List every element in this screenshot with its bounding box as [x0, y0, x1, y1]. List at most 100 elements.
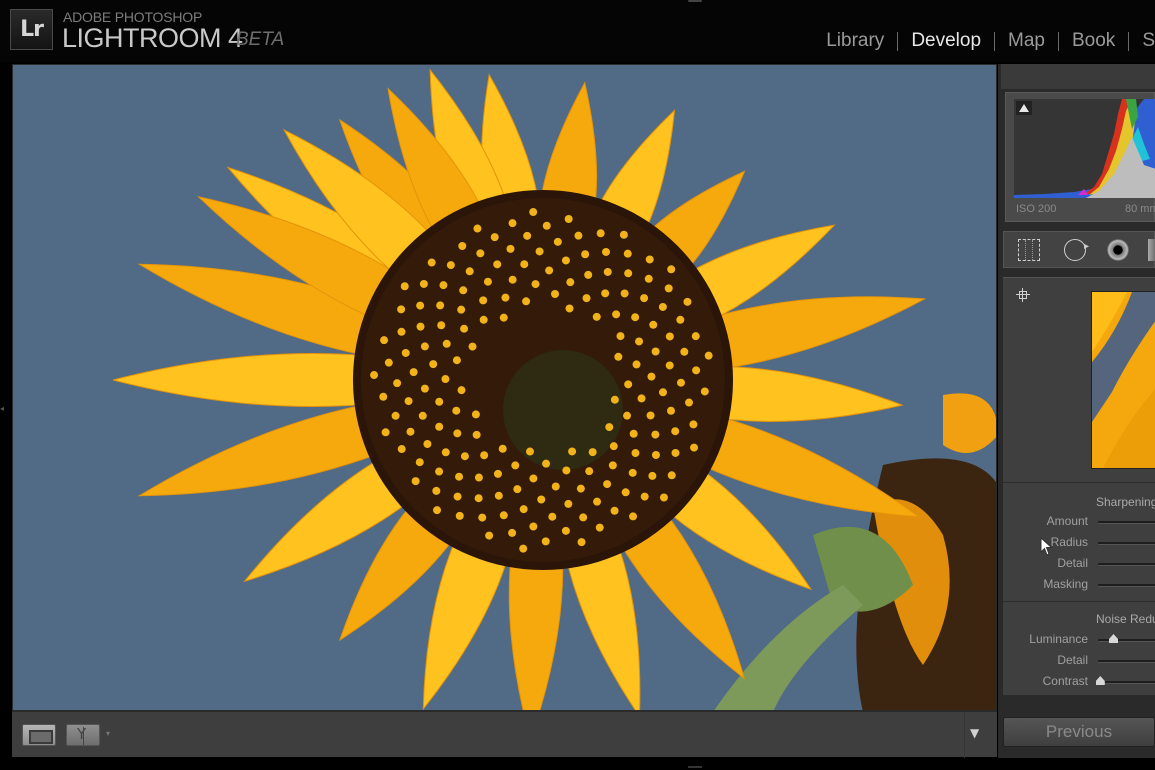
floret [397, 327, 406, 336]
floret [629, 429, 638, 438]
floret [579, 513, 588, 522]
floret [644, 274, 653, 283]
detail-zoom-preview[interactable] [1091, 291, 1155, 469]
floret [529, 522, 538, 531]
floret [624, 269, 633, 278]
target-adjust-icon[interactable] [1016, 288, 1030, 302]
slider-track[interactable] [1098, 660, 1155, 663]
floret [460, 324, 469, 333]
loupe-view-icon[interactable] [22, 724, 56, 746]
module-book[interactable]: Book [1059, 30, 1128, 52]
module-develop[interactable]: Develop [898, 30, 994, 52]
floret [432, 486, 441, 495]
floret [437, 321, 446, 330]
floret [522, 297, 531, 306]
slider-track[interactable] [1098, 563, 1155, 566]
sunflower-photo [13, 65, 996, 710]
left-panel-expand-icon[interactable]: ◂ [0, 404, 6, 414]
floret [519, 544, 528, 553]
floret [565, 304, 574, 313]
floret [700, 387, 709, 396]
floret [562, 466, 571, 475]
floret [485, 531, 494, 540]
floret [637, 394, 646, 403]
floret [553, 237, 562, 246]
floret [640, 492, 649, 501]
previous-button[interactable]: Previous [1003, 717, 1155, 747]
floret [472, 430, 481, 439]
floret [551, 482, 560, 491]
before-after-icon[interactable]: Y [66, 724, 100, 746]
graduated-filter-icon[interactable] [1148, 239, 1155, 261]
floret [588, 448, 597, 457]
bottom-panel-grip[interactable] [688, 766, 702, 768]
floret [455, 511, 464, 520]
floret [614, 352, 623, 361]
red-eye-correction-icon[interactable] [1107, 239, 1129, 261]
floret [420, 342, 429, 351]
floret [416, 322, 425, 331]
floret [691, 332, 700, 341]
floret [593, 497, 602, 506]
floret [494, 491, 503, 500]
module-slideshow[interactable]: S [1129, 30, 1155, 52]
sharpening-radius-slider: Radius [1003, 535, 1155, 551]
floret [479, 315, 488, 324]
floret [542, 459, 551, 468]
slider-thumb[interactable] [1095, 676, 1105, 685]
floret [566, 278, 575, 287]
floret [401, 348, 410, 357]
sharpening-amount-slider: Amount [1003, 514, 1155, 530]
floret [659, 493, 668, 502]
sharpening-title: Sharpening [1096, 495, 1155, 509]
slider-label: Detail [1057, 653, 1088, 667]
floret [608, 461, 617, 470]
floret [601, 289, 610, 298]
floret [640, 294, 649, 303]
floret [649, 320, 658, 329]
floret [384, 358, 393, 367]
slider-track[interactable] [1095, 676, 1155, 685]
module-map[interactable]: Map [995, 30, 1058, 52]
slider-label: Luminance [1029, 632, 1088, 646]
brand-beta-tag: BETA [236, 29, 285, 50]
slider-track[interactable] [1098, 542, 1155, 545]
floret [658, 388, 667, 397]
slider-thumb[interactable] [1109, 634, 1118, 643]
histogram-plot[interactable] [1014, 99, 1155, 198]
floret [616, 332, 625, 341]
slider-track[interactable] [1098, 584, 1155, 587]
detail-panel: Sharpening Amount Radius Detail Masking … [1003, 277, 1155, 695]
top-panel-grip[interactable] [688, 0, 702, 2]
exif-focal-length: 80 mm [1125, 203, 1155, 215]
toolbar-content-dropdown-icon[interactable]: ▼ [970, 726, 979, 740]
section-divider [1003, 482, 1155, 483]
view-options-dropdown-icon[interactable]: ▾ [106, 729, 110, 738]
floret [453, 429, 462, 438]
floret [511, 461, 520, 470]
floret [415, 458, 424, 467]
floret [683, 297, 692, 306]
right-panel-header [1001, 64, 1155, 89]
module-library[interactable]: Library [813, 30, 897, 52]
crop-overlay-icon[interactable] [1018, 239, 1040, 261]
target-crosshair [1022, 288, 1023, 302]
floret [480, 451, 489, 460]
floret [596, 229, 605, 238]
slider-track[interactable] [1098, 634, 1155, 643]
floret [529, 208, 538, 217]
floret [397, 445, 406, 454]
floret [628, 468, 637, 477]
floret [520, 260, 529, 269]
photo-canvas[interactable] [12, 64, 997, 711]
lightroom-logo: Lr [10, 9, 53, 50]
slider-track[interactable] [1098, 521, 1155, 524]
floret [455, 472, 464, 481]
floret [680, 347, 689, 356]
spot-removal-icon[interactable] [1064, 239, 1089, 261]
floret [457, 386, 466, 395]
shadow-clipping-icon[interactable] [1016, 101, 1032, 115]
floret [471, 410, 480, 419]
floret [632, 360, 641, 369]
floret [435, 422, 444, 431]
